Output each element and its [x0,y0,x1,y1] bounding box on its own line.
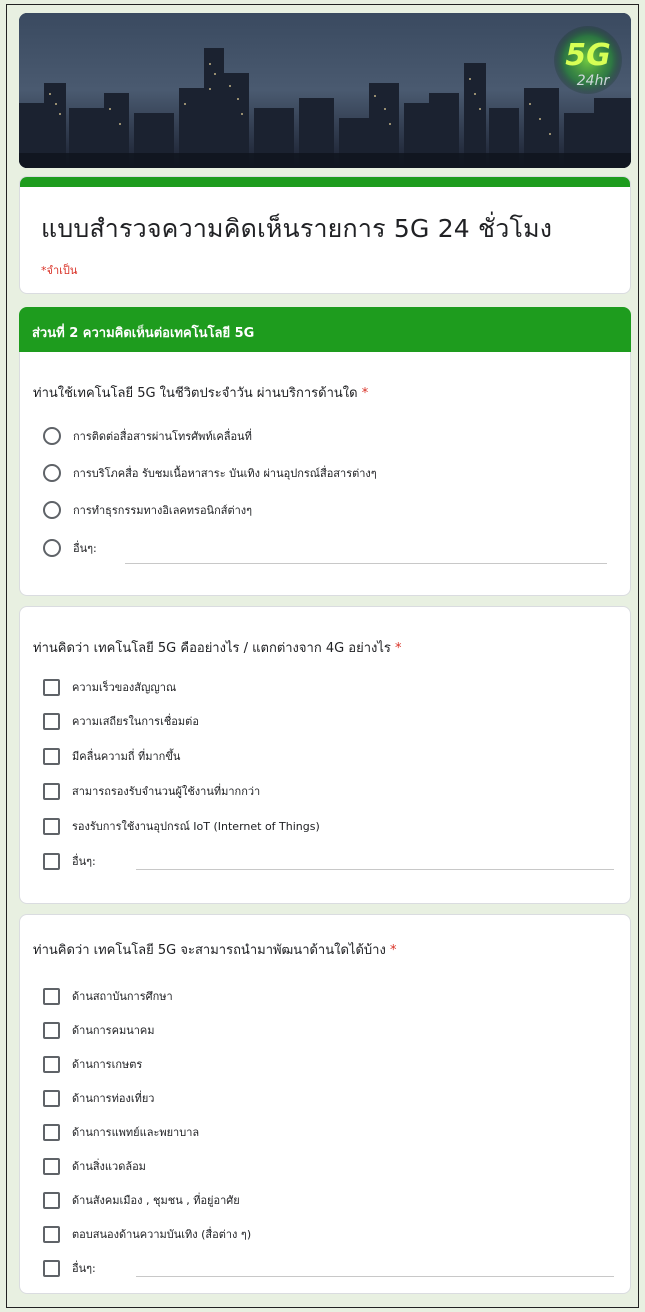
checkbox[interactable] [43,1021,60,1039]
radio-option-media-consumption[interactable]: การบริโภคสื่อ รับชมเนื้อหาสาระ บันเทิง ผ… [43,463,377,483]
radio-button[interactable] [43,427,61,445]
checkbox[interactable] [43,747,60,765]
checkbox[interactable] [43,782,60,800]
checkbox-option-medical[interactable]: ด้านการแพทย์และพยาบาล [43,1122,199,1142]
radio-button[interactable] [43,501,61,519]
checkbox[interactable] [43,1191,60,1209]
header-banner-image: 5G 24hr [19,13,631,168]
checkbox-option-urban-community[interactable]: ด้านสังคมเมือง , ชุมชน , ที่อยู่อาศัย [43,1190,240,1210]
checkbox-option-environment[interactable]: ด้านสิ่งแวดล้อม [43,1156,146,1176]
checkbox-option-other[interactable]: อื่นๆ: [43,851,96,871]
question-title: ท่านคิดว่า เทคโนโลยี 5G คืออย่างไร / แตก… [33,641,402,656]
question-card-2: ท่านคิดว่า เทคโนโลยี 5G คืออย่างไร / แตก… [19,606,631,904]
form-title: แบบสำรวจความคิดเห็นรายการ 5G 24 ชั่วโมง [41,214,553,243]
checkbox[interactable] [43,817,60,835]
checkbox[interactable] [43,678,60,696]
checkbox-option-signal-speed[interactable]: ความเร็วของสัญญาณ [43,677,176,697]
checkbox[interactable] [43,712,60,730]
form-title-card: แบบสำรวจความคิดเห็นรายการ 5G 24 ชั่วโมง … [19,176,631,294]
checkbox-option-education[interactable]: ด้านสถาบันการศึกษา [43,986,173,1006]
checkbox[interactable] [43,1089,60,1107]
checkbox-option-transportation[interactable]: ด้านการคมนาคม [43,1020,155,1040]
other-text-input[interactable] [136,1276,614,1277]
checkbox[interactable] [43,1055,60,1073]
other-text-input[interactable] [136,869,614,870]
checkbox-option-more-users[interactable]: สามารถรองรับจำนวนผู้ใช้งานที่มากกว่า [43,781,260,801]
radio-option-e-transactions[interactable]: การทำธุรกรรมทางอิเลคทรอนิกส์ต่างๆ [43,500,252,520]
checkbox-option-other[interactable]: อื่นๆ: [43,1258,96,1278]
checkbox[interactable] [43,1259,60,1277]
checkbox[interactable] [43,987,60,1005]
checkbox[interactable] [43,1225,60,1243]
checkbox-option-more-frequencies[interactable]: มีคลื่นความถี่ ที่มากขึ้น [43,746,180,766]
radio-button[interactable] [43,464,61,482]
question-title: ท่านคิดว่า เทคโนโลยี 5G จะสามารถนำมาพัฒน… [33,943,397,958]
checkbox-option-entertainment[interactable]: ตอบสนองด้านความบันเทิง (สื่อต่าง ๆ) [43,1224,251,1244]
checkbox-option-tourism[interactable]: ด้านการท่องเที่ยว [43,1088,154,1108]
radio-button[interactable] [43,539,61,557]
checkbox-option-iot-support[interactable]: รองรับการใช้งานอุปกรณ์ IoT (Internet of … [43,816,320,836]
question-title: ท่านใช้เทคโนโลยี 5G ในชีวิตประจำวัน ผ่าน… [33,386,369,401]
radio-option-other[interactable]: อื่นๆ: [43,538,97,558]
checkbox[interactable] [43,852,60,870]
section-header: ส่วนที่ 2 ความคิดเห็นต่อเทคโนโลยี 5G [19,307,631,354]
5g-logo-icon: 5G 24hr [553,25,623,95]
checkbox[interactable] [43,1157,60,1175]
checkbox[interactable] [43,1123,60,1141]
question-card-1: ท่านใช้เทคโนโลยี 5G ในชีวิตประจำวัน ผ่าน… [19,352,631,596]
required-note: *จำเป็น [41,264,78,277]
title-accent-bar [20,177,630,187]
checkbox-option-connection-stability[interactable]: ความเสถียรในการเชื่อมต่อ [43,711,199,731]
radio-option-mobile-communication[interactable]: การติดต่อสื่อสารผ่านโทรศัพท์เคลื่อนที่ [43,426,252,446]
checkbox-option-agriculture[interactable]: ด้านการเกษตร [43,1054,142,1074]
other-text-input[interactable] [125,563,607,564]
question-card-3: ท่านคิดว่า เทคโนโลยี 5G จะสามารถนำมาพัฒน… [19,914,631,1294]
svg-text:5G: 5G [565,38,611,73]
svg-text:24hr: 24hr [577,73,611,89]
